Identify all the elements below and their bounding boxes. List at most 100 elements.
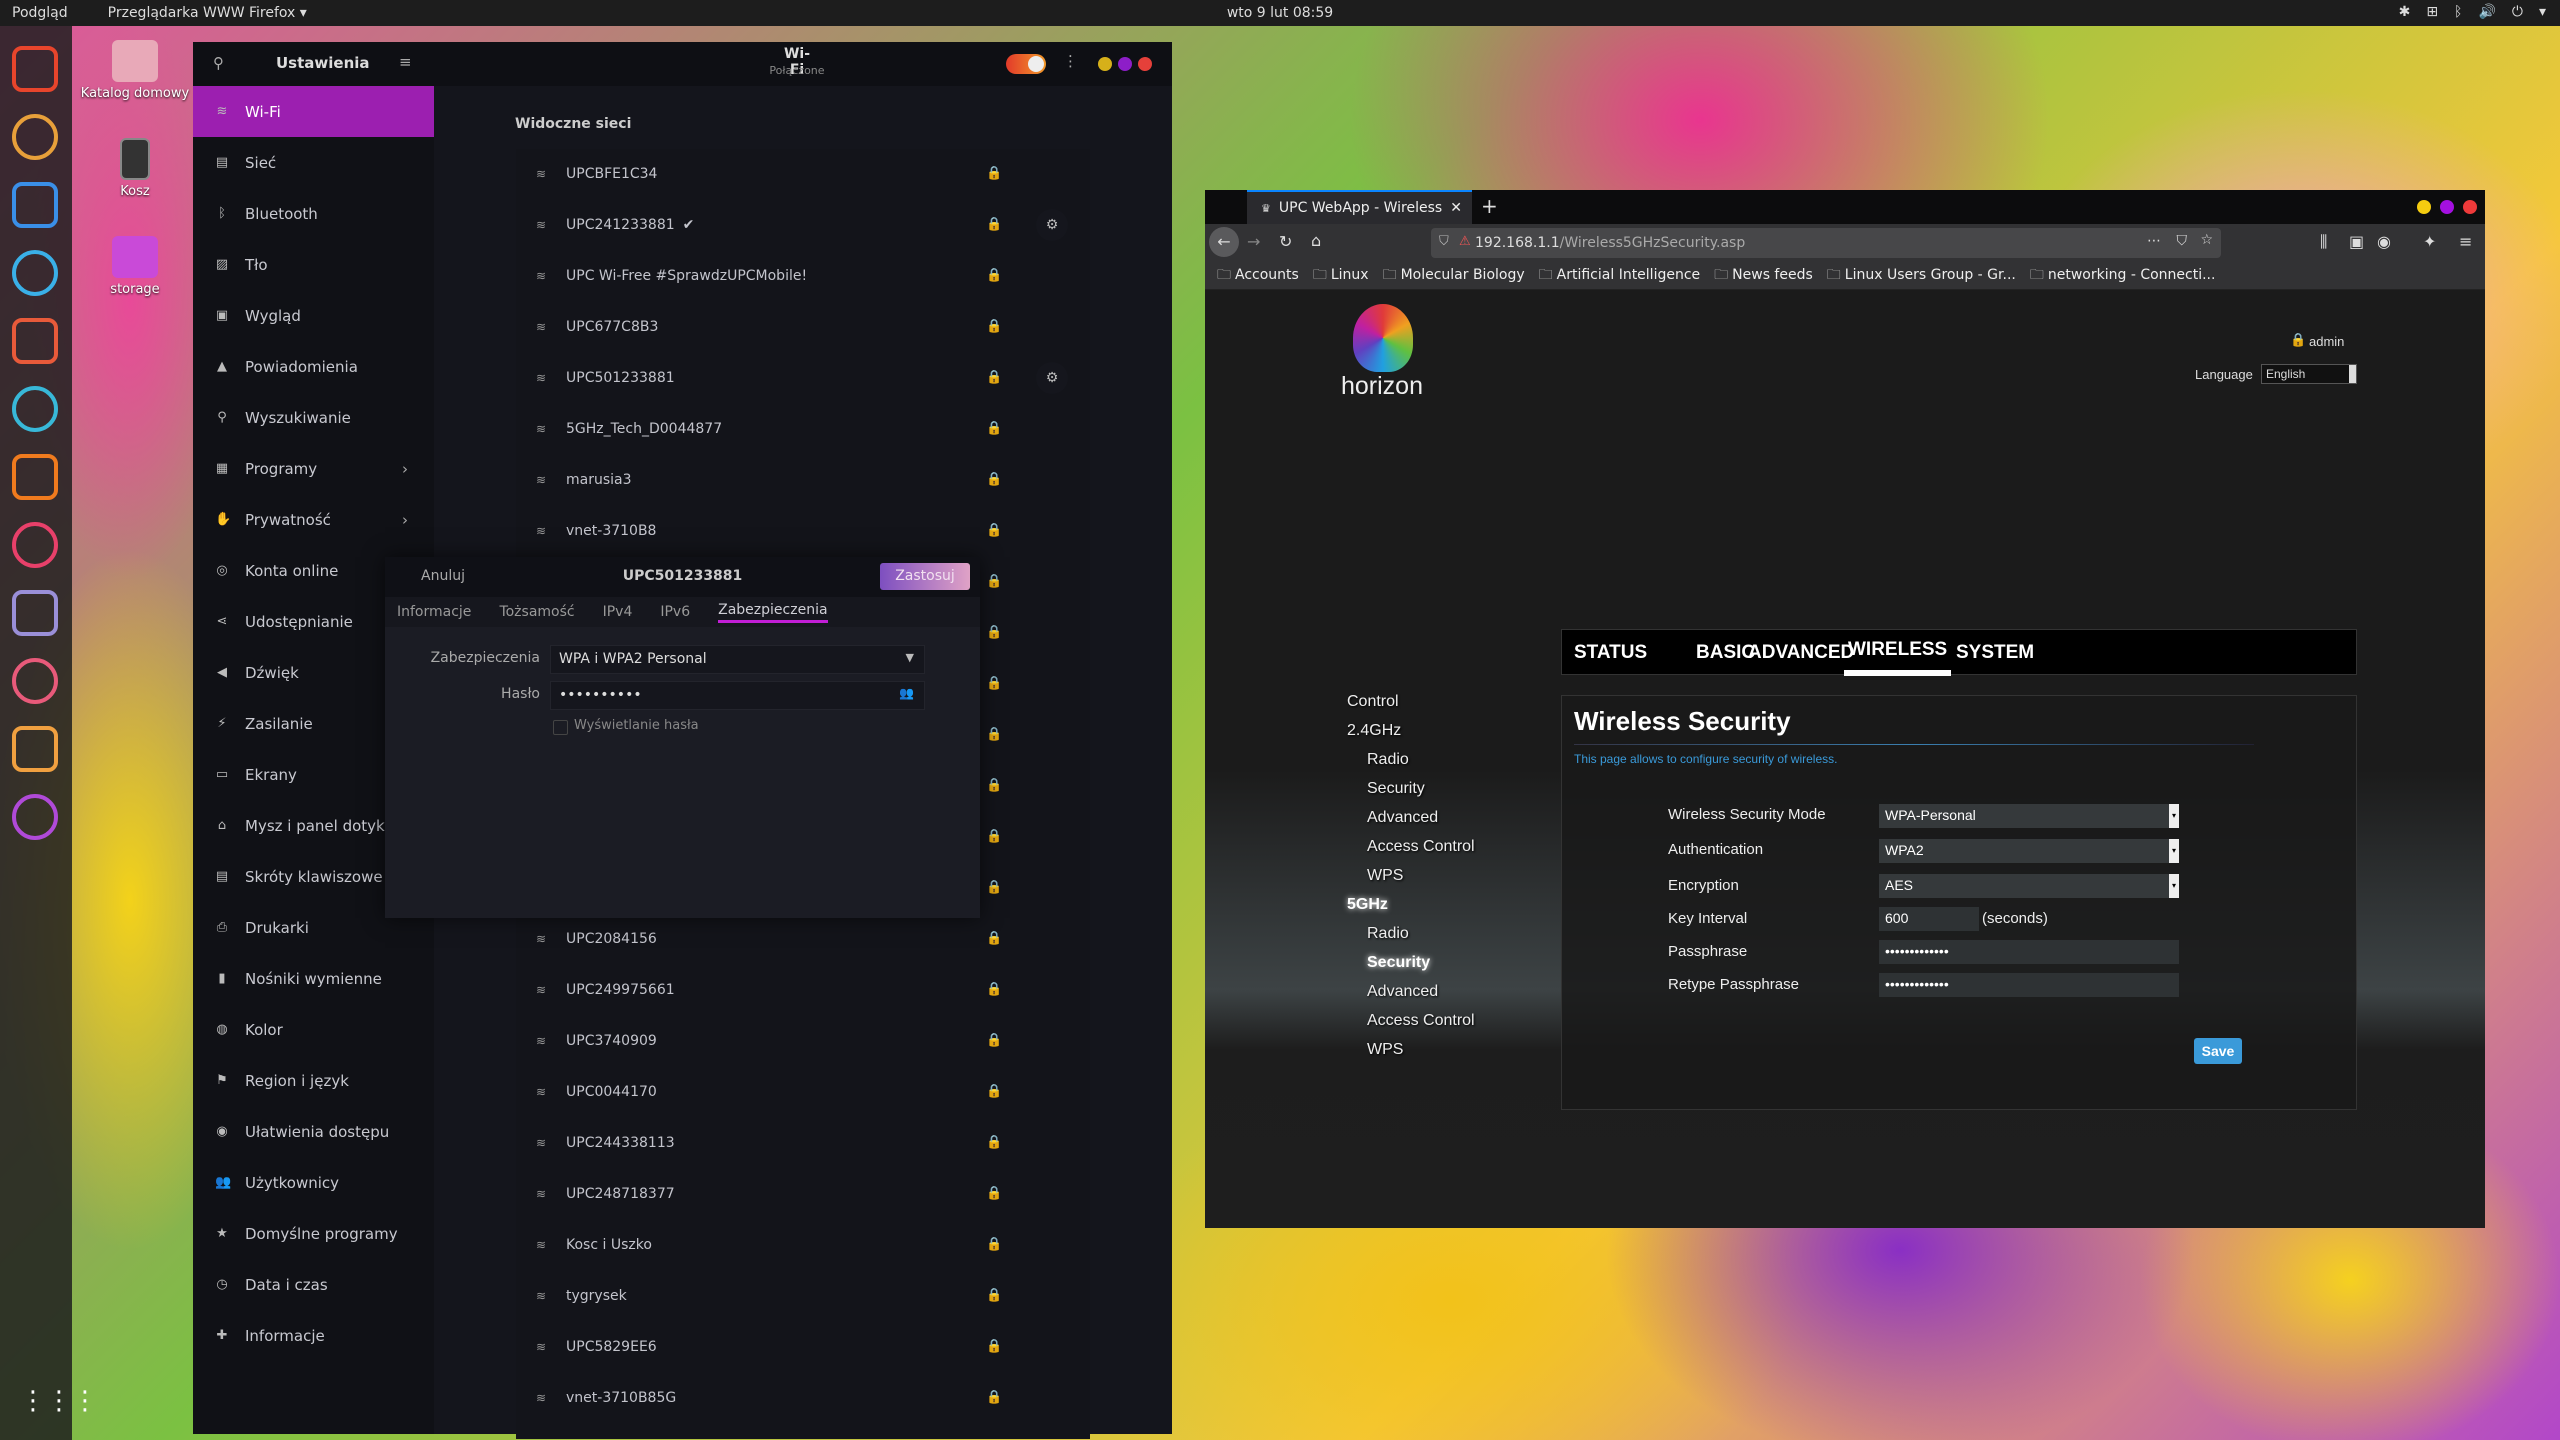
forward-button[interactable]: → <box>1247 232 1260 251</box>
bookmark-item[interactable]: 🗀 Molecular Biology <box>1383 264 1525 288</box>
app-menu[interactable]: Przeglądarka WWW Firefox ▾ <box>108 5 307 21</box>
sidebar-item-19[interactable]: ⚑ Region i język <box>193 1055 434 1106</box>
firefox-icon[interactable] <box>12 46 58 92</box>
camera-icon[interactable] <box>12 794 58 840</box>
sidebar-item-23[interactable]: ◷ Data i czas <box>193 1259 434 1310</box>
new-tab-button[interactable]: + <box>1481 194 1498 218</box>
files-icon[interactable] <box>12 318 58 364</box>
desktop-icon-home[interactable]: Katalog domowy <box>80 40 190 101</box>
sidebar-item-22[interactable]: ★ Domyślne programy <box>193 1208 434 1259</box>
terminal-icon[interactable] <box>12 386 58 432</box>
network-row[interactable]: ≋ 5GHz_Tech_D0044877 🔒 <box>516 403 1090 454</box>
user-name[interactable]: admin <box>2309 334 2344 349</box>
sidebar-item-0[interactable]: ≋ Wi-Fi <box>193 86 434 137</box>
bookmark-item[interactable]: 🗀 Linux Users Group - Gr... <box>1827 264 2016 288</box>
sidebar-item-4[interactable]: ▣ Wygląd <box>193 290 434 341</box>
account-icon[interactable]: ◉ <box>2377 232 2391 251</box>
menu-item-2-4ghz[interactable]: 2.4GHz <box>1347 722 1401 740</box>
network-row[interactable]: ≋ UPC244338113 🔒 <box>516 1117 1090 1168</box>
menu-item-5ghz[interactable]: 5GHz <box>1347 896 1388 914</box>
minimize-button[interactable] <box>1098 57 1112 71</box>
sidebar-item-2[interactable]: ᛒ Bluetooth <box>193 188 434 239</box>
gear-icon[interactable]: ⚙ <box>1036 361 1068 394</box>
menu-item-security[interactable]: Security <box>1367 954 1430 972</box>
minimize-button[interactable] <box>2417 200 2431 214</box>
library-icon[interactable]: ⫼ <box>2320 232 2327 252</box>
bookmark-item[interactable]: 🗀 Linux <box>1313 264 1369 288</box>
network-row[interactable]: ≋ Kosc i Uszko 🔒 <box>516 1219 1090 1270</box>
password-input[interactable]: •••••••••• 👥 <box>550 681 925 710</box>
network-row[interactable]: ≋ UPC248718377 🔒 <box>516 1168 1090 1219</box>
url-bar[interactable]: ⛉ ⚠ 192.168.1.1/Wireless5GHzSecurity.asp… <box>1431 228 2221 258</box>
home-button[interactable]: ⌂ <box>1311 231 1321 250</box>
menu-item-control[interactable]: Control <box>1347 693 1399 711</box>
reload-button[interactable]: ↻ <box>1279 232 1292 251</box>
back-button[interactable]: ← <box>1209 227 1239 257</box>
text-editor-icon[interactable] <box>12 522 58 568</box>
passphrase-input[interactable]: ••••••••••••• <box>1879 940 2179 964</box>
nav-advanced[interactable]: ADVANCED <box>1748 630 1854 676</box>
tray-icon[interactable]: ᛒ <box>2454 4 2462 20</box>
nav-status[interactable]: STATUS <box>1574 630 1647 676</box>
network-row[interactable]: ≋ UPC0044170 🔒 <box>516 1066 1090 1117</box>
r-studio-icon[interactable] <box>12 590 58 636</box>
network-row[interactable]: ≋ UPC501233881 🔒 ⚙ <box>516 352 1090 403</box>
tray-icon[interactable]: 🔊 <box>2478 4 2495 20</box>
remote-desktop-icon[interactable] <box>12 250 58 296</box>
desktop-icon-trash[interactable]: Kosz <box>80 138 190 199</box>
network-row[interactable]: ≋ vnet-3710B8 🔒 <box>516 505 1090 556</box>
network-row[interactable]: ≋ UPC241233881 ✔ 🔒 ⚙ <box>516 199 1090 250</box>
menu-item-wps[interactable]: WPS <box>1367 867 1403 885</box>
sidebar-icon[interactable]: ▣ <box>2349 232 2364 251</box>
insecure-lock-icon[interactable]: ⚠ <box>1459 234 1471 249</box>
show-password-checkbox[interactable] <box>553 720 568 735</box>
sidebar-item-20[interactable]: ◉ Ułatwienia dostępu <box>193 1106 434 1157</box>
tray-icon[interactable]: ▾ <box>2539 4 2546 20</box>
hamburger-menu-icon[interactable]: ≡ <box>399 53 412 71</box>
menu-item-radio[interactable]: Radio <box>1367 925 1409 943</box>
pocket-icon[interactable]: ⛉ <box>2177 233 2188 249</box>
menu-icon[interactable]: ≡ <box>2459 232 2472 251</box>
maximize-button[interactable] <box>2440 200 2454 214</box>
close-button[interactable] <box>2463 200 2477 214</box>
network-row[interactable]: ≋ UPC5829EE6 🔒 <box>516 1321 1090 1372</box>
gear-icon[interactable]: ⚙ <box>1036 208 1068 241</box>
network-row[interactable]: ≋ UPC249975661 🔒 <box>516 964 1090 1015</box>
page-actions-icon[interactable]: ⋯ <box>2147 233 2161 249</box>
show-apps-icon[interactable]: ⋮⋮⋮ <box>20 1386 98 1416</box>
network-row[interactable]: ≋ tygrysek 🔒 <box>516 1270 1090 1321</box>
clock[interactable]: wto 9 lut 08:59 <box>1227 5 1333 21</box>
authentication-select[interactable]: WPA2 ▾ <box>1879 839 2179 863</box>
sublime-icon[interactable] <box>12 454 58 500</box>
extensions-icon[interactable]: ✦ <box>2423 232 2436 251</box>
sidebar-item-8[interactable]: ✋ Prywatność › <box>193 494 434 545</box>
security-mode-select[interactable]: WPA-Personal ▾ <box>1879 804 2179 828</box>
sidebar-item-5[interactable]: ▲ Powiadomienia <box>193 341 434 392</box>
security-dropdown[interactable]: WPA i WPA2 Personal ▼ <box>550 645 925 674</box>
wifi-toggle[interactable] <box>1006 54 1046 74</box>
menu-item-radio[interactable]: Radio <box>1367 751 1409 769</box>
key-interval-input[interactable]: 600 <box>1879 907 1979 931</box>
apply-button[interactable]: Zastosuj <box>880 563 970 590</box>
sidebar-item-17[interactable]: ▮ Nośniki wymienne <box>193 953 434 1004</box>
network-row[interactable]: ≋ marusia3 🔒 <box>516 454 1090 505</box>
shield-icon[interactable]: ⛉ <box>1439 234 1449 249</box>
nav-system[interactable]: SYSTEM <box>1956 630 2034 676</box>
network-row[interactable]: ≋ UPC Wi-Free #SprawdzUPCMobile! 🔒 <box>516 250 1090 301</box>
nav-wireless[interactable]: WIRELESS <box>1844 630 1952 676</box>
menu-item-advanced[interactable]: Advanced <box>1367 809 1438 827</box>
menu-item-wps[interactable]: WPS <box>1367 1041 1403 1059</box>
tab-ipv4[interactable]: IPv4 <box>603 604 633 620</box>
settings-icon[interactable] <box>12 726 58 772</box>
menu-item-security[interactable]: Security <box>1367 780 1425 798</box>
bookmark-item[interactable]: 🗀 networking - Connecti... <box>2030 264 2216 288</box>
cancel-button[interactable]: Anuluj <box>421 568 465 584</box>
system-tray[interactable]: ✱ ⊞ ᛒ 🔊 ⏻ ▾ <box>2399 4 2546 20</box>
bookmark-item[interactable]: 🗀 News feeds <box>1714 264 1813 288</box>
network-row[interactable]: ≋ UPC2084156 🔒 <box>516 913 1090 964</box>
save-button[interactable]: Save <box>2194 1038 2242 1064</box>
retype-passphrase-input[interactable]: ••••••••••••• <box>1879 973 2179 997</box>
language-select[interactable]: English <box>2261 364 2357 384</box>
network-row[interactable]: ≋ vnet-3710B85G 🔒 <box>516 1372 1090 1423</box>
bookmark-item[interactable]: 🗀 Artificial Intelligence <box>1539 264 1701 288</box>
